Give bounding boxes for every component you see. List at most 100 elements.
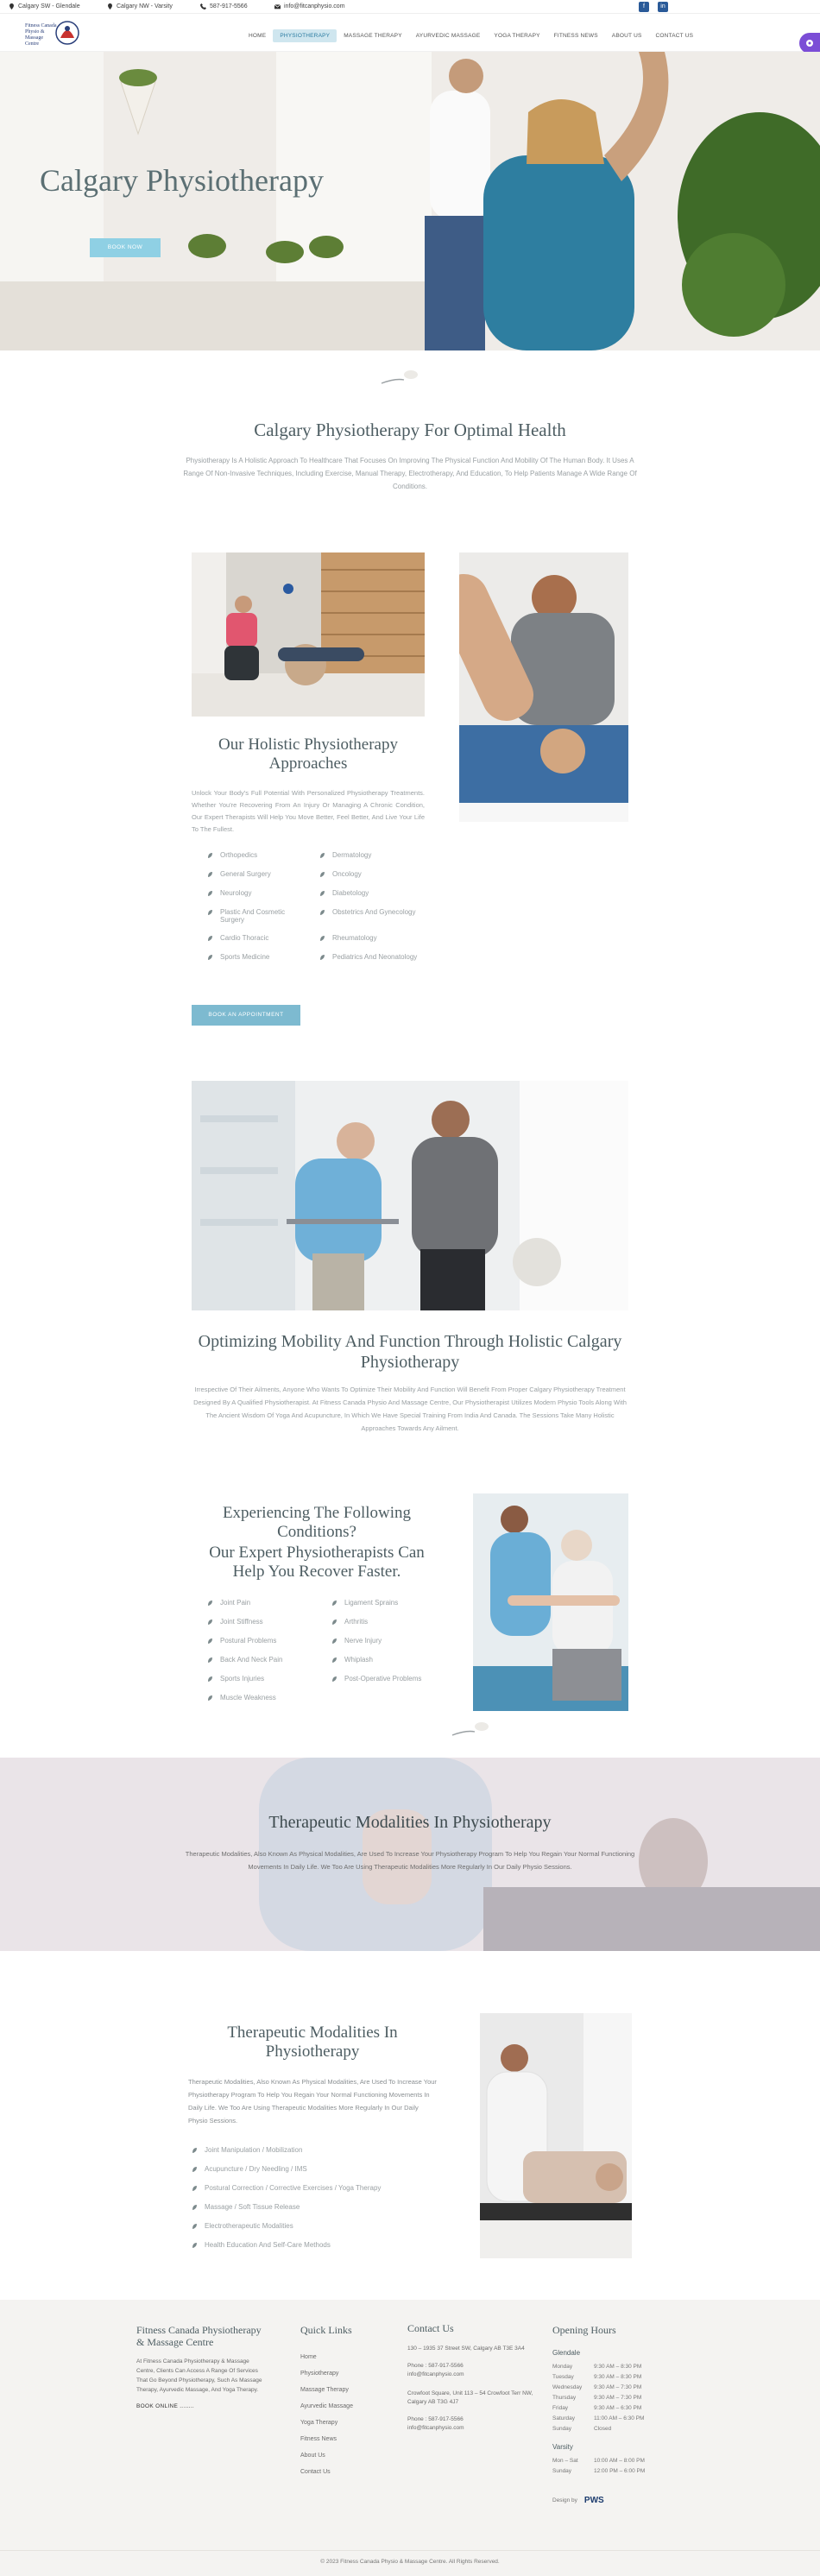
hours-row: Sunday Closed	[552, 2424, 665, 2434]
leaf-bullet-icon	[320, 891, 325, 896]
leaf-bullet-icon	[192, 2243, 197, 2248]
hours-row: Saturday 11:00 AM – 6:30 PM	[552, 2414, 665, 2424]
modalities-banner: Therapeutic Modalities In Physiotherapy …	[0, 1758, 820, 1951]
leaf-bullet-icon	[192, 2148, 197, 2153]
conditions-title-2: Our Expert Physiotherapists Can Help You…	[209, 1544, 425, 1581]
design-credit[interactable]: Design by PWS	[552, 2496, 665, 2505]
nav-ayurvedic-massage[interactable]: Ayurvedic Massage	[409, 29, 488, 42]
footer-link-home[interactable]: Home	[300, 2349, 395, 2365]
leaf-bullet-icon	[192, 2186, 197, 2191]
glendale-address: 130 – 1935 37 Street SW, Calgary AB T3E …	[407, 2346, 525, 2352]
leaf-bullet-icon	[192, 2224, 197, 2229]
physio-ball-exercise-photo	[192, 552, 425, 717]
holistic-list-left: Orthopedics General Surgery Neurology Pl…	[207, 851, 311, 972]
nav-fitness-news[interactable]: Fitness News	[547, 29, 605, 42]
list-item-label: Muscle Weakness	[220, 1694, 276, 1702]
linkedin-icon[interactable]: in	[658, 2, 668, 12]
footer-divider	[0, 2550, 820, 2551]
holistic-list-right: Dermatology Oncology Diabetology Obstetr…	[319, 851, 423, 979]
hero-title: Calgary Physiotherapy	[40, 163, 324, 198]
list-item: Pediatrics And Neonatology	[319, 953, 423, 979]
nav-home[interactable]: Home	[242, 29, 273, 42]
nav-contact-us[interactable]: Contact Us	[649, 29, 701, 42]
footer-link-about-us[interactable]: About Us	[300, 2447, 395, 2464]
site-logo[interactable]: Fitness Canada Physio & Massage Centre	[22, 17, 81, 48]
glendale-email[interactable]: info@fitcanphysio.com	[407, 2371, 537, 2379]
leaf-bullet-icon	[208, 1619, 212, 1625]
email-link[interactable]: info@fitcanphysio.com	[274, 3, 345, 9]
list-item-label: Arthritis	[344, 1618, 369, 1626]
footer-link-contact-us[interactable]: Contact Us	[300, 2464, 395, 2480]
leaf-bullet-icon	[320, 872, 325, 877]
varsity-email[interactable]: info@fitcanphysio.com	[407, 2424, 537, 2433]
leaf-bullet-icon	[192, 2205, 197, 2210]
list-item-label: Joint Manipulation / Mobilization	[205, 2146, 303, 2154]
list-item-label: Neurology	[220, 889, 252, 897]
leaf-bullet-icon	[332, 1601, 337, 1606]
list-item-label: Postural Correction / Corrective Exercis…	[205, 2184, 382, 2192]
phone-link[interactable]: 587-917-5566	[200, 3, 248, 9]
intro-title: Calgary Physiotherapy For Optimal Health	[254, 420, 566, 440]
walker-rehab-photo	[192, 1081, 628, 1310]
leaf-bullet-icon	[208, 1676, 212, 1682]
glendale-phone[interactable]: Phone : 587-917-5566	[407, 2362, 537, 2371]
varsity-phone[interactable]: Phone : 587-917-5566	[407, 2415, 537, 2424]
book-now-button[interactable]: BOOK NOW	[90, 238, 161, 257]
conditions-list-right: Ligament Sprains Arthritis Nerve Injury …	[331, 1599, 435, 1701]
list-item-label: Post-Operative Problems	[344, 1675, 422, 1683]
list-item-label: Health Education And Self-Care Methods	[205, 2241, 331, 2249]
leaf-bullet-icon	[192, 2167, 197, 2172]
day-label: Mon – Sat	[552, 2458, 578, 2464]
chat-widget-button[interactable]	[799, 33, 820, 54]
list-item-label: General Surgery	[220, 870, 271, 878]
list-item: Sports Medicine	[207, 953, 311, 972]
svg-text:Centre: Centre	[25, 41, 39, 47]
nav-about-us[interactable]: About Us	[605, 29, 649, 42]
time-label: Closed	[594, 2426, 612, 2432]
hours-row: Wednesday 9:30 AM – 7:30 PM	[552, 2383, 665, 2393]
list-item-label: Orthopedics	[220, 851, 258, 859]
day-label: Friday	[552, 2405, 569, 2411]
book-appointment-button[interactable]: BOOK AN APPOINTMENT	[192, 1005, 300, 1026]
facebook-icon[interactable]: f	[639, 2, 649, 12]
footer-link-fitness-news[interactable]: Fitness News	[300, 2431, 395, 2447]
list-item-label: Postural Problems	[220, 1637, 277, 1645]
footer-link-physiotherapy[interactable]: Physiotherapy	[300, 2365, 395, 2382]
nav-massage-therapy[interactable]: Massage Therapy	[337, 29, 409, 42]
list-item: Joint Manipulation / Mobilization	[192, 2146, 451, 2165]
list-item: Electrotherapeutic Modalities	[192, 2222, 451, 2241]
svg-text:Fitness Canada: Fitness Canada	[25, 23, 57, 28]
footer-hours: Opening Hours Glendale Monday 9:30 AM – 8…	[552, 2324, 665, 2505]
leaf-bullet-icon	[320, 910, 325, 915]
day-label: Sunday	[552, 2426, 572, 2432]
nav-physiotherapy[interactable]: Physiotherapy	[273, 29, 337, 42]
mobility-text: Irrespective Of Their Ailments, Anyone W…	[193, 1386, 627, 1432]
location-varsity[interactable]: Calgary NW - Varsity	[107, 3, 173, 9]
footer-link-massage-therapy[interactable]: Massage Therapy	[300, 2382, 395, 2398]
hours-row: Thursday 9:30 AM – 7:30 PM	[552, 2393, 665, 2403]
hours-row: Mon – Sat 10:00 AM – 8:00 PM	[552, 2456, 665, 2466]
hero-photo	[0, 52, 820, 350]
leaf-bullet-icon	[208, 1601, 212, 1606]
list-item: Whiplash	[331, 1656, 435, 1675]
location-glendale[interactable]: Calgary SW - Glendale	[9, 3, 80, 9]
list-item-label: Rheumatology	[332, 934, 377, 942]
day-label: Sunday	[552, 2468, 572, 2474]
footer-link-ayurvedic-massage[interactable]: Ayurvedic Massage	[300, 2398, 395, 2415]
footer-link-yoga-therapy[interactable]: Yoga Therapy	[300, 2415, 395, 2431]
massage-stone-divider-icon	[451, 1722, 489, 1736]
leaf-bullet-icon	[332, 1638, 337, 1644]
hours-row: Friday 9:30 AM – 6:30 PM	[552, 2403, 665, 2414]
leaf-bullet-icon	[208, 1657, 212, 1663]
list-item-label: Acupuncture / Dry Needling / IMS	[205, 2165, 307, 2173]
chat-icon	[806, 40, 813, 47]
conditions-title-1: Experiencing The Following Conditions?	[222, 1504, 412, 1541]
book-online-link[interactable]: BOOK ONLINE ........	[136, 2403, 266, 2409]
list-item: Cardio Thoracic	[207, 934, 311, 953]
list-item: Dermatology	[319, 851, 423, 870]
leaf-bullet-icon	[332, 1676, 337, 1682]
list-item-label: Massage / Soft Tissue Release	[205, 2203, 300, 2211]
nav-yoga-therapy[interactable]: Yoga Therapy	[487, 29, 546, 42]
svg-text:Physio &: Physio &	[25, 29, 45, 35]
arm-stretch-therapy-photo	[473, 1493, 628, 1711]
